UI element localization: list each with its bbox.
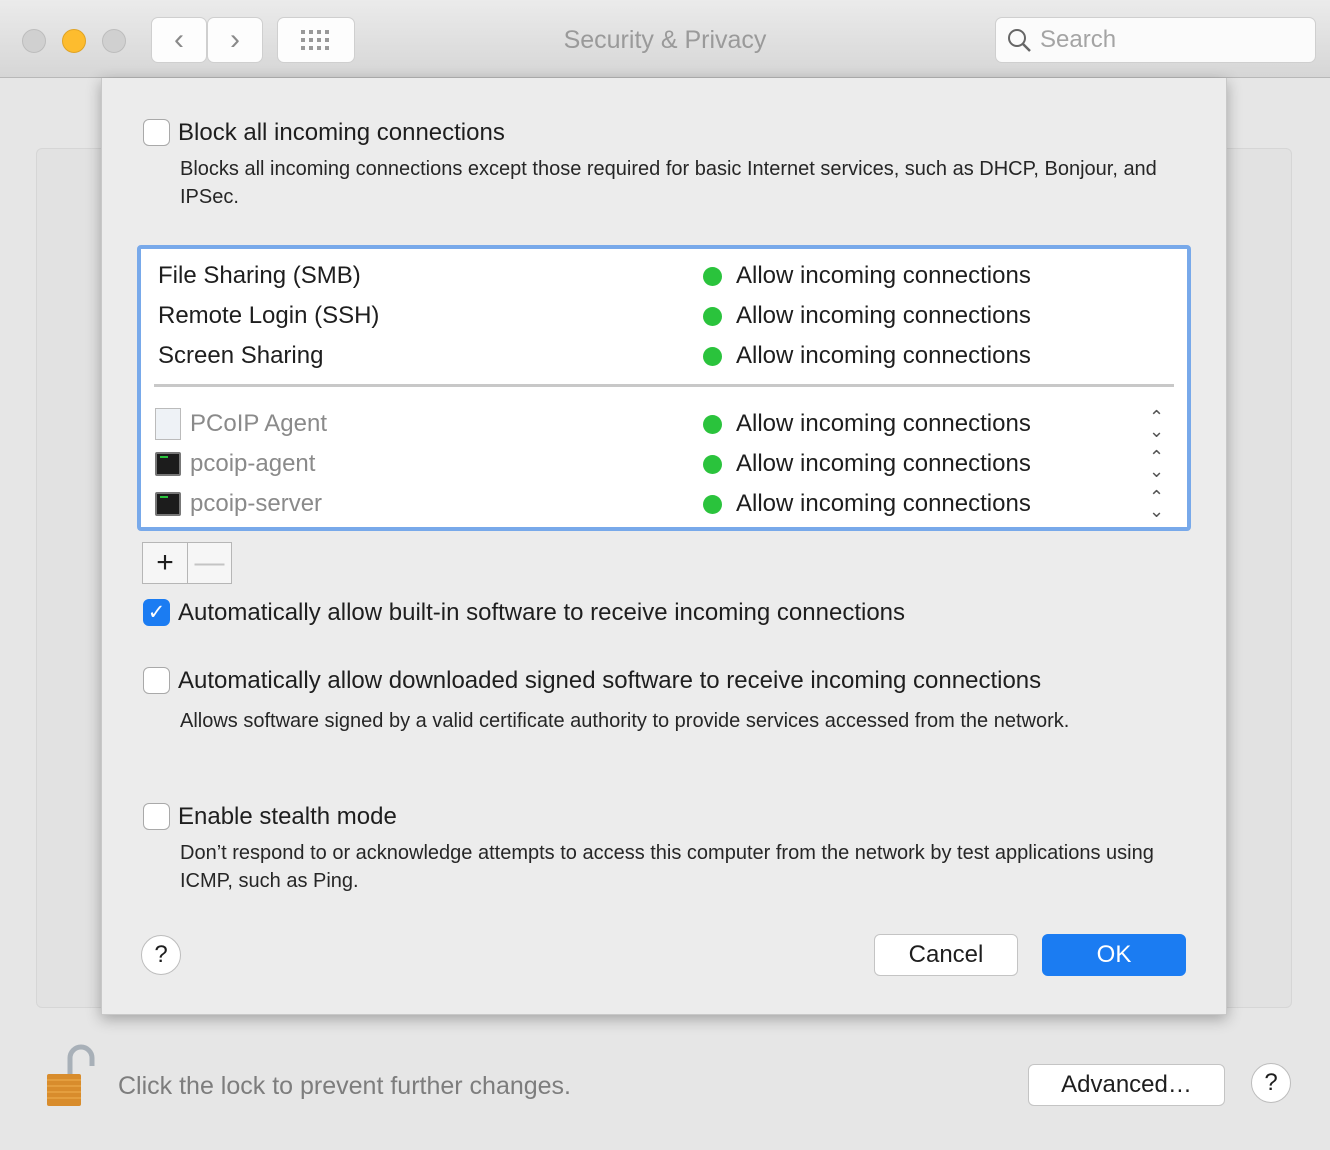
cancel-button[interactable]: Cancel — [874, 934, 1018, 976]
auto-builtin-checkbox[interactable]: ✓ — [143, 599, 170, 626]
sheet-help-button[interactable]: ? — [141, 935, 181, 975]
lock-status-text: Click the lock to prevent further change… — [118, 1072, 572, 1100]
list-item[interactable]: Remote Login (SSH) Allow incoming connect… — [141, 296, 1187, 336]
up-down-chevron-icon[interactable]: ⌃ ⌄ — [1149, 488, 1164, 520]
app-name: PCoIP Agent — [190, 410, 327, 437]
search-input[interactable]: Search — [995, 17, 1316, 63]
block-all-description: Blocks all incoming connections except t… — [180, 158, 1157, 208]
stealth-mode-checkbox[interactable] — [143, 803, 170, 830]
ok-button[interactable]: OK — [1042, 934, 1186, 976]
unlocked-lock-icon[interactable] — [44, 1044, 96, 1110]
status-dot-icon — [703, 455, 722, 474]
service-status: Allow incoming connections — [736, 302, 1031, 329]
auto-builtin-label: Automatically allow built-in software to… — [178, 599, 906, 626]
stealth-mode-label: Enable stealth mode — [178, 803, 397, 830]
status-dot-icon — [703, 267, 722, 286]
list-item[interactable]: Screen Sharing Allow incoming connections — [141, 336, 1187, 376]
service-name: File Sharing (SMB) — [158, 262, 361, 289]
list-item[interactable]: pcoip-server Allow incoming connections ⌃ ⌄ — [141, 484, 1187, 524]
list-item[interactable]: PCoIP Agent Allow incoming connections ⌃ ⌄ — [141, 404, 1187, 444]
advanced-button[interactable]: Advanced… — [1028, 1064, 1225, 1106]
service-name: Screen Sharing — [158, 342, 324, 369]
status-dot-icon — [703, 347, 722, 366]
block-all-checkbox[interactable] — [143, 119, 170, 146]
status-dot-icon — [703, 495, 722, 514]
app-name: pcoip-agent — [190, 450, 316, 477]
status-dot-icon — [703, 415, 722, 434]
app-status-select[interactable]: Allow incoming connections — [736, 490, 1031, 518]
auto-signed-label: Automatically allow downloaded signed so… — [178, 667, 1042, 694]
service-name: Remote Login (SSH) — [158, 302, 380, 329]
app-document-icon — [155, 408, 181, 440]
help-button[interactable]: ? — [1251, 1063, 1291, 1103]
terminal-icon — [155, 492, 181, 516]
list-divider — [154, 384, 1174, 387]
firewall-app-list[interactable]: File Sharing (SMB) Allow incoming connect… — [137, 245, 1191, 531]
app-status-select[interactable]: Allow incoming connections — [736, 410, 1031, 438]
up-down-chevron-icon[interactable]: ⌃ ⌄ — [1149, 408, 1164, 440]
checkmark-icon: ✓ — [147, 601, 166, 624]
status-dot-icon — [703, 307, 722, 326]
up-down-chevron-icon[interactable]: ⌃ ⌄ — [1149, 448, 1164, 480]
terminal-icon — [155, 452, 181, 476]
app-status-select[interactable]: Allow incoming connections — [736, 450, 1031, 478]
remove-app-button[interactable]: — — [187, 542, 232, 584]
list-item[interactable]: pcoip-agent Allow incoming connections ⌃ ⌄ — [141, 444, 1187, 484]
add-app-button[interactable]: + — [142, 542, 188, 584]
service-status: Allow incoming connections — [736, 262, 1031, 289]
block-all-label: Block all incoming connections — [178, 119, 505, 146]
search-placeholder: Search — [1040, 26, 1117, 53]
stealth-mode-description: Don’t respond to or acknowledge attempts… — [180, 842, 1154, 892]
search-icon — [1008, 29, 1031, 52]
service-status: Allow incoming connections — [736, 342, 1031, 369]
list-item[interactable]: File Sharing (SMB) Allow incoming connect… — [141, 256, 1187, 296]
auto-signed-description: Allows software signed by a valid certif… — [180, 710, 1070, 732]
auto-signed-checkbox[interactable] — [143, 667, 170, 694]
app-name: pcoip-server — [190, 490, 323, 517]
